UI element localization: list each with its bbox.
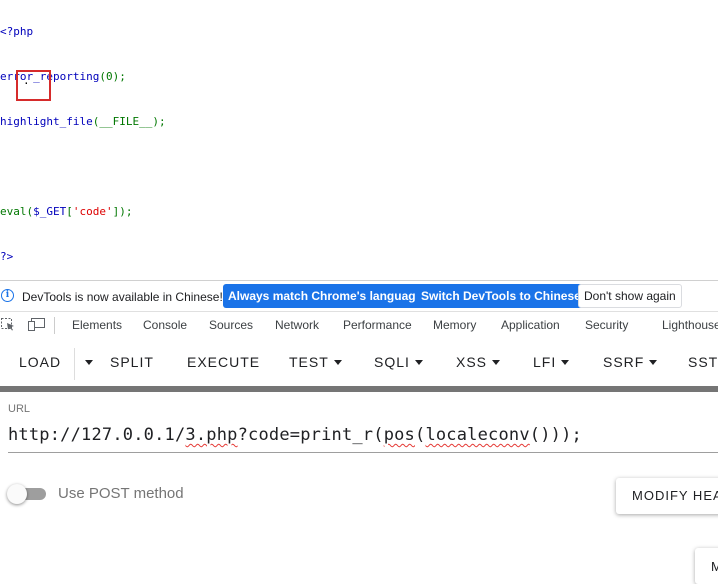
url-text-segment: http://127.0.0.1/ bbox=[8, 425, 186, 445]
toggle-knob[interactable] bbox=[7, 484, 27, 504]
url-text-segment: ())); bbox=[529, 425, 582, 445]
tab-sources[interactable]: Sources bbox=[209, 318, 253, 332]
modify-header-button[interactable]: MODIFY HEADER bbox=[616, 478, 718, 514]
device-toolbar-icon[interactable] bbox=[28, 318, 45, 331]
source-line-3: highlight_file(__FILE__); bbox=[0, 115, 166, 128]
url-text-segment: ( bbox=[415, 425, 426, 445]
chevron-down-icon bbox=[492, 360, 501, 365]
url-label: URL bbox=[8, 403, 31, 415]
test-menu-label: TEST bbox=[289, 354, 329, 370]
url-text-segment: ?code=print_r( bbox=[237, 425, 384, 445]
tab-console[interactable]: Console bbox=[143, 318, 187, 332]
url-input-underline bbox=[8, 452, 718, 453]
xss-menu-label: XSS bbox=[456, 354, 488, 370]
source-line-5: eval($_GET['code']); bbox=[0, 205, 133, 218]
lfi-menu[interactable]: LFI bbox=[533, 354, 570, 370]
switch-to-chinese-button[interactable]: Switch DevTools to Chinese bbox=[416, 284, 586, 308]
tab-security[interactable]: Security bbox=[585, 318, 628, 332]
tab-network[interactable]: Network bbox=[275, 318, 319, 332]
tab-elements[interactable]: Elements bbox=[72, 318, 122, 332]
split-button[interactable]: SPLIT bbox=[110, 354, 154, 370]
partial-bottom-label: M bbox=[711, 559, 718, 574]
url-input[interactable]: http://127.0.0.1/3.php?code=print_r(pos(… bbox=[8, 425, 582, 445]
load-button[interactable]: LOAD bbox=[19, 354, 61, 370]
sqli-menu[interactable]: SQLI bbox=[374, 354, 423, 370]
dont-show-again-button[interactable]: Don't show again bbox=[578, 284, 682, 308]
tab-memory[interactable]: Memory bbox=[433, 318, 476, 332]
source-line-6: ?> bbox=[0, 250, 14, 263]
chevron-down-icon bbox=[333, 360, 342, 365]
ssti-menu[interactable]: SSTI bbox=[688, 354, 718, 370]
tab-application[interactable]: Application bbox=[501, 318, 560, 332]
url-text-segment: 3.php bbox=[185, 425, 238, 445]
chevron-down-icon bbox=[85, 360, 93, 365]
inspect-element-icon[interactable] bbox=[1, 318, 15, 331]
php-source-view: <?php error_reporting(0); highlight_file… bbox=[0, 0, 166, 279]
ssrf-menu-label: SSRF bbox=[603, 354, 645, 370]
source-line-1: <?php bbox=[0, 25, 34, 38]
chevron-down-icon bbox=[649, 360, 658, 365]
hackbar-divider-bar bbox=[0, 386, 718, 392]
test-menu[interactable]: TEST bbox=[289, 354, 342, 370]
tab-performance[interactable]: Performance bbox=[343, 318, 412, 332]
load-menu-dropdown[interactable] bbox=[80, 354, 93, 370]
devtools-tab-bar: Elements Console Sources Network Perform… bbox=[0, 311, 718, 340]
toolbar-divider bbox=[74, 348, 75, 380]
chevron-down-icon bbox=[414, 360, 423, 365]
tab-lighthouse[interactable]: Lighthouse bbox=[662, 318, 718, 332]
eval-output: . bbox=[23, 74, 30, 87]
chevron-down-icon bbox=[561, 360, 570, 365]
always-match-language-button[interactable]: Always match Chrome's language bbox=[223, 284, 428, 308]
execute-button[interactable]: EXECUTE bbox=[187, 354, 260, 370]
sqli-menu-label: SQLI bbox=[374, 354, 410, 370]
url-text-segment: pos bbox=[383, 425, 415, 445]
hackbar-toolbar: LOAD SPLIT EXECUTE TEST SQLI XSS LFI SSR… bbox=[0, 339, 718, 386]
toolbar-divider bbox=[54, 317, 55, 334]
url-text-segment: localeconv bbox=[425, 425, 530, 445]
devtools-language-infobar: i DevTools is now available in Chinese! … bbox=[0, 280, 718, 312]
infobar-message: DevTools is now available in Chinese! bbox=[22, 290, 223, 304]
output-highlight-box: . bbox=[16, 70, 51, 101]
ssrf-menu[interactable]: SSRF bbox=[603, 354, 658, 370]
partial-bottom-button[interactable]: M bbox=[695, 548, 718, 584]
info-icon: i bbox=[1, 289, 14, 302]
source-line-4 bbox=[0, 159, 166, 174]
modify-header-label: MODIFY HEADER bbox=[632, 488, 718, 503]
post-method-label: Use POST method bbox=[58, 485, 184, 502]
xss-menu[interactable]: XSS bbox=[456, 354, 501, 370]
lfi-menu-label: LFI bbox=[533, 354, 557, 370]
